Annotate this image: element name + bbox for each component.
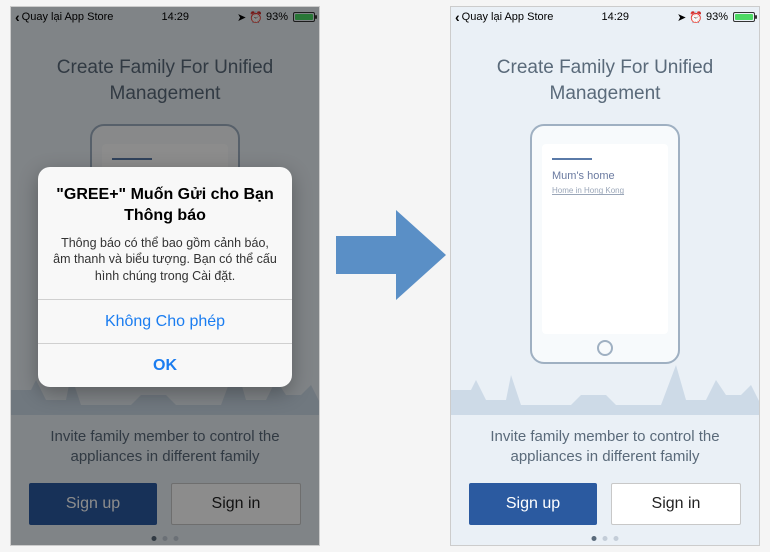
phone-screenshot-left: ‹ Quay lại App Store 14:29 ➤ ⏰ 93% Creat… [10,6,320,546]
illus-label-2: Home in Hong Kong [552,186,658,195]
alarm-icon: ⏰ [689,11,703,24]
illus-label-1: Mum's home [552,170,658,182]
alert-title: "GREE+" Muốn Gửi cho Bạn Thông báo [52,185,278,227]
page-subtitle: Invite family member to control the appl… [451,427,759,468]
page-dots [592,536,619,541]
arrow-icon [336,210,446,300]
battery-icon [733,12,755,22]
location-icon: ➤ [677,11,686,24]
alert-message: Thông báo có thể bao gồm cảnh báo, âm th… [52,235,278,286]
alert-deny-button[interactable]: Không Cho phép [38,299,292,343]
onboarding-screen: Create Family For Unified Management Mum… [451,27,759,545]
back-to-appstore[interactable]: Quay lại App Store [462,11,554,23]
back-caret-icon[interactable]: ‹ [455,9,460,25]
skyline-illustration [451,350,760,415]
battery-pct: 93% [706,11,728,23]
status-bar: ‹ Quay lại App Store 14:29 ➤ ⏰ 93% [451,7,759,27]
phone-illustration: Mum's home Home in Hong Kong [530,124,680,364]
notification-permission-alert: "GREE+" Muốn Gửi cho Bạn Thông báo Thông… [38,167,292,387]
signup-button[interactable]: Sign up [469,483,597,525]
signin-button[interactable]: Sign in [611,483,741,525]
status-time: 14:29 [601,11,629,23]
alert-allow-button[interactable]: OK [38,343,292,387]
page-title: Create Family For Unified Management [497,55,713,106]
phone-screenshot-right: ‹ Quay lại App Store 14:29 ➤ ⏰ 93% Creat… [450,6,760,546]
